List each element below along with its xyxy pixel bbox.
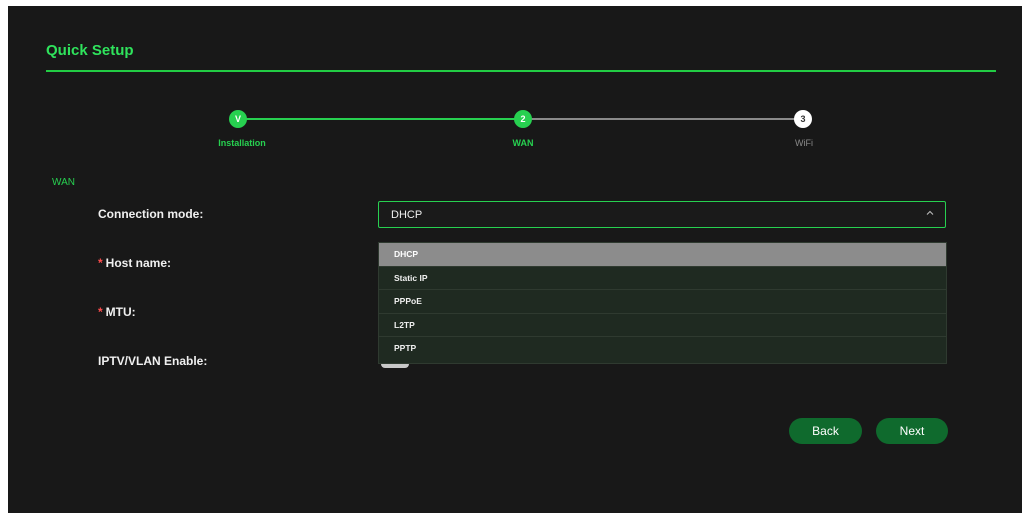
back-button[interactable]: Back [789, 418, 862, 444]
step-wan-marker: 2 [514, 110, 532, 128]
page-title: Quick Setup [46, 42, 134, 59]
step-wifi-label: WiFi [795, 138, 813, 148]
option-static-ip[interactable]: Static IP [379, 267, 946, 290]
iptv-vlan-label: IPTV/VLAN Enable: [98, 354, 208, 368]
step-wifi-marker: 3 [794, 110, 812, 128]
option-l2tp[interactable]: L2TP [379, 314, 946, 337]
host-name-label: Host name: [105, 256, 172, 270]
required-marker: * [98, 305, 103, 319]
option-pptp[interactable]: PPTP [379, 337, 946, 361]
title-divider [46, 70, 996, 72]
progress-line-completed [238, 118, 523, 120]
progress-line-pending [523, 118, 803, 120]
option-dhcp[interactable]: DHCP [379, 243, 946, 267]
option-pppoe[interactable]: PPPoE [379, 290, 946, 314]
host-name-label-row: * Host name: [98, 256, 171, 270]
connection-mode-value: DHCP [391, 209, 423, 221]
next-button[interactable]: Next [876, 418, 948, 444]
mtu-label-row: * MTU: [98, 305, 136, 319]
step-installation-marker: V [229, 110, 247, 128]
step-wan-label: WAN [512, 138, 534, 148]
connection-mode-select[interactable]: DHCP [378, 201, 946, 228]
step-installation-label: Installation [218, 138, 266, 148]
mtu-label: MTU: [105, 305, 136, 319]
connection-mode-dropdown: DHCP Static IP PPPoE L2TP PPTP [378, 242, 947, 364]
section-title-wan: WAN [52, 177, 75, 188]
connection-mode-label: Connection mode: [98, 207, 204, 221]
chevron-up-icon [926, 210, 934, 215]
required-marker: * [98, 256, 103, 270]
